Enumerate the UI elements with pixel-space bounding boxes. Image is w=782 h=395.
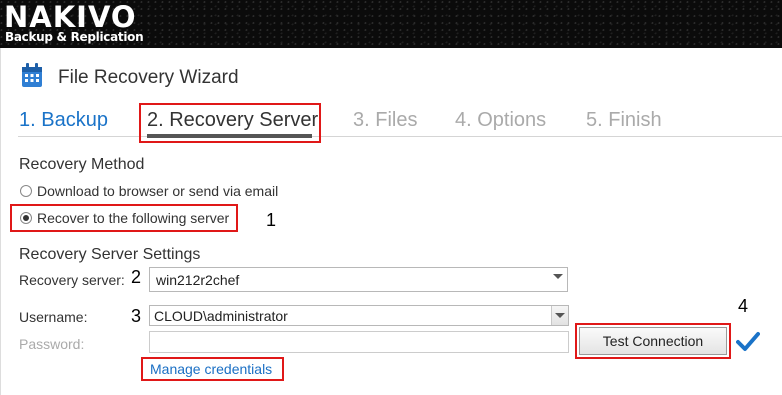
calendar-icon xyxy=(21,62,43,88)
radio-recover-server-label[interactable]: Recover to the following server xyxy=(37,210,229,226)
server-settings-heading: Recovery Server Settings xyxy=(19,246,201,263)
steps-divider xyxy=(18,136,782,137)
test-connection-button[interactable]: Test Connection xyxy=(579,327,727,355)
radio-recover-server[interactable] xyxy=(20,212,32,224)
step-recovery-server[interactable]: 2. Recovery Server xyxy=(147,109,318,132)
chevron-down-icon xyxy=(555,313,565,318)
app-logo: NAKIVO xyxy=(4,0,137,34)
recovery-server-value: win212r2chef xyxy=(156,272,240,288)
app-tagline: Backup & Replication xyxy=(5,30,144,44)
recovery-server-select[interactable]: win212r2chef xyxy=(149,267,568,292)
username-value: CLOUD\administrator xyxy=(154,308,288,324)
checkmark-icon xyxy=(736,330,760,352)
username-combobox[interactable]: CLOUD\administrator xyxy=(149,305,569,326)
radio-download[interactable] xyxy=(20,185,32,197)
recovery-server-label: Recovery server: xyxy=(19,272,125,288)
step-options[interactable]: 4. Options xyxy=(455,109,546,132)
annotation-3: 3 xyxy=(131,306,142,326)
recovery-method-heading: Recovery Method xyxy=(19,156,145,173)
step-finish[interactable]: 5. Finish xyxy=(586,109,662,132)
password-input[interactable] xyxy=(149,331,569,353)
username-label: Username: xyxy=(19,309,88,325)
radio-download-label[interactable]: Download to browser or send via email xyxy=(37,183,278,199)
step-files[interactable]: 3. Files xyxy=(353,109,417,132)
combobox-button[interactable] xyxy=(551,306,568,325)
annotation-1: 1 xyxy=(266,210,277,230)
annotation-4: 4 xyxy=(738,296,749,316)
password-label: Password: xyxy=(19,336,85,352)
annotation-2: 2 xyxy=(131,267,142,287)
radio-selected-dot xyxy=(23,215,29,221)
wizard-title: File Recovery Wizard xyxy=(58,67,239,88)
active-step-underline xyxy=(147,134,312,138)
manage-credentials-link[interactable]: Manage credentials xyxy=(150,361,272,377)
step-backup[interactable]: 1. Backup xyxy=(19,109,108,132)
chevron-down-icon xyxy=(553,274,563,279)
